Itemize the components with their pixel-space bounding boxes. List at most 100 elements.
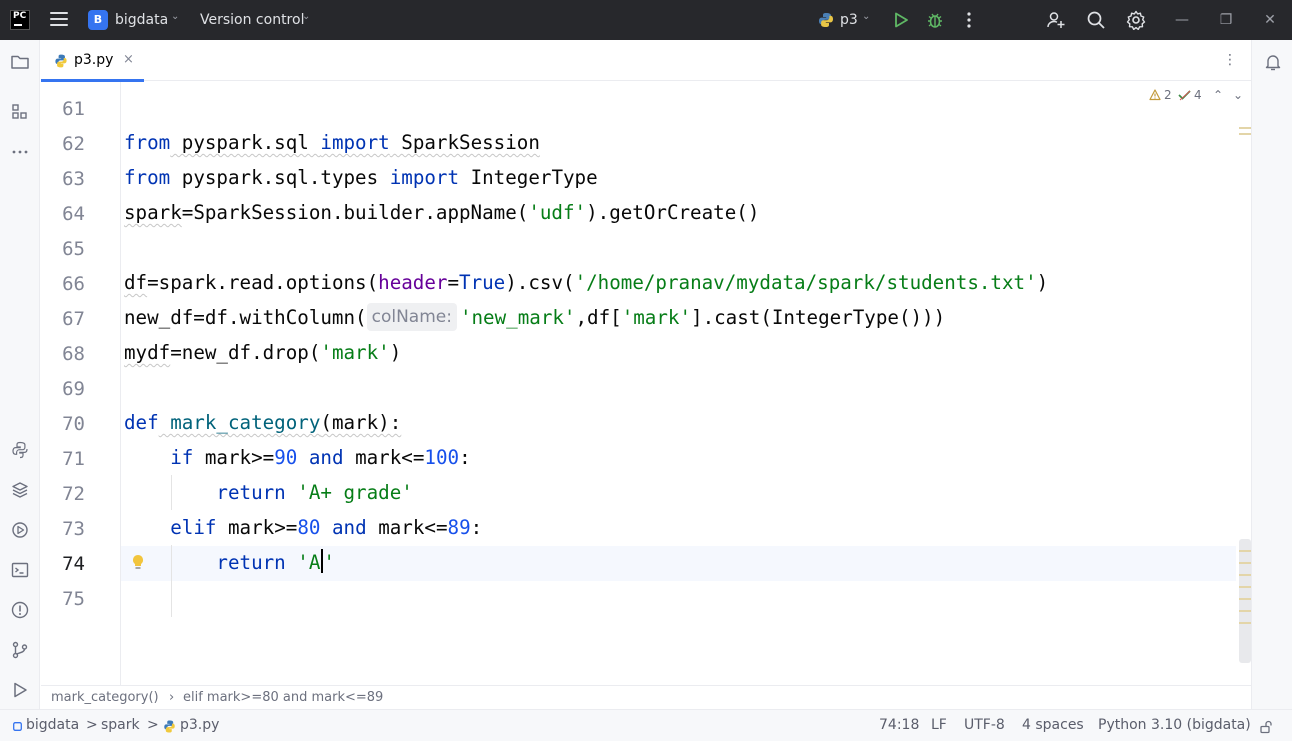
terminal-icon[interactable]: [10, 560, 30, 580]
code-editor[interactable]: 61 62 63 64 65 66 67 68 69 70 71 72 73 7…: [41, 82, 1251, 685]
error-stripe-mark[interactable]: [1239, 610, 1251, 612]
indent-setting[interactable]: 4 spaces: [1022, 717, 1084, 733]
line-number: 65: [62, 238, 85, 260]
code-line-74: return 'A ': [216, 549, 335, 574]
status-path-folder[interactable]: spark: [101, 717, 140, 733]
line-number: 71: [62, 448, 85, 470]
maximize-button[interactable]: ❐: [1216, 10, 1236, 30]
search-icon[interactable]: [1086, 10, 1106, 30]
code-line-64: spark=SparkSession.builder.appName('udf'…: [124, 201, 760, 224]
line-number-current: 74: [62, 553, 85, 575]
error-stripe-mark[interactable]: [1239, 586, 1251, 588]
tab-p3-py[interactable]: p3.py ×: [41, 40, 144, 82]
code-line-62: from pyspark.sql import SparkSession: [124, 131, 540, 154]
line-number: 68: [62, 343, 85, 365]
debug-icon[interactable]: [925, 10, 945, 30]
tab-options-icon[interactable]: ⋮: [1223, 52, 1237, 68]
code-breadcrumb: mark_category() › elif mark>=80 and mark…: [41, 685, 1251, 709]
previous-highlight-chevron-up-icon[interactable]: ⌃: [1213, 88, 1223, 102]
warning-count[interactable]: 2: [1164, 88, 1172, 102]
project-name[interactable]: bigdata: [115, 12, 168, 28]
error-stripe-mark[interactable]: [1239, 598, 1251, 600]
status-path-project[interactable]: bigdata: [26, 717, 79, 733]
line-number: 67: [62, 308, 85, 330]
ok-count[interactable]: 4: [1194, 88, 1202, 102]
run-config-chevron-down-icon[interactable]: ⌄: [862, 11, 870, 22]
editor-tab-bar: p3.py × ⋮: [41, 40, 1251, 82]
left-tool-strip: [0, 40, 40, 709]
tab-label: p3.py: [74, 52, 114, 68]
code-line-71: if mark>=90 and mark<=100:: [170, 446, 471, 469]
vcs-chevron-down-icon[interactable]: ⌄: [302, 11, 310, 22]
close-window-button[interactable]: ✕: [1260, 10, 1280, 30]
python-packages-icon[interactable]: [10, 440, 30, 460]
layers-icon[interactable]: [10, 480, 30, 500]
python-interpreter[interactable]: Python 3.10 (bigdata): [1098, 717, 1251, 733]
tab-close-icon[interactable]: ×: [123, 52, 134, 67]
line-number: 69: [62, 378, 85, 400]
error-stripe-mark[interactable]: [1239, 550, 1251, 552]
python-config-icon[interactable]: [816, 10, 836, 30]
structure-icon[interactable]: [10, 102, 30, 122]
warning-icon[interactable]: [1149, 89, 1161, 101]
file-encoding[interactable]: UTF-8: [964, 717, 1005, 733]
line-number: 72: [62, 483, 85, 505]
error-stripe-mark[interactable]: [1239, 574, 1251, 576]
problems-icon[interactable]: [10, 600, 30, 620]
project-folder-icon[interactable]: [10, 52, 30, 72]
title-bar: PC B bigdata ⌄ Version control ⌄ p3 ⌄ — …: [0, 0, 1292, 40]
vcs-menu[interactable]: Version control: [200, 12, 304, 28]
python-file-icon: [55, 54, 67, 68]
more-tools-icon[interactable]: [10, 142, 30, 162]
line-number: 73: [62, 518, 85, 540]
line-number: 70: [62, 413, 85, 435]
error-stripe-mark[interactable]: [1239, 562, 1251, 564]
app-logo-icon[interactable]: PC: [10, 10, 30, 30]
project-chevron-down-icon[interactable]: ⌄: [171, 11, 179, 22]
version-control-icon[interactable]: [10, 640, 30, 660]
status-path-separator: >: [147, 717, 159, 733]
typo-check-icon[interactable]: [1178, 89, 1192, 101]
breadcrumb-function[interactable]: mark_category(): [51, 690, 159, 705]
vertical-scrollbar-thumb[interactable]: [1239, 539, 1251, 663]
line-number: 61: [62, 98, 85, 120]
line-number: 66: [62, 273, 85, 295]
caret-position[interactable]: 74:18: [879, 717, 919, 733]
status-path-separator: >: [86, 717, 98, 733]
notifications-bell-icon[interactable]: [1263, 52, 1283, 72]
unlock-icon[interactable]: [1259, 720, 1273, 734]
error-stripe-mark[interactable]: [1239, 622, 1251, 624]
module-icon: [13, 722, 22, 731]
error-stripe-mark[interactable]: [1239, 133, 1251, 135]
breadcrumb-elif[interactable]: elif mark>=80 and mark<=89: [183, 690, 383, 705]
add-user-icon[interactable]: [1046, 10, 1066, 30]
project-badge[interactable]: B: [88, 10, 108, 30]
services-icon[interactable]: [10, 520, 30, 540]
minimize-button[interactable]: —: [1172, 10, 1192, 30]
line-number: 63: [62, 168, 85, 190]
code-line-70: def mark_category(mark):: [124, 411, 402, 434]
run-config-name[interactable]: p3: [840, 12, 858, 28]
breadcrumb-separator: ›: [169, 690, 175, 705]
line-number: 64: [62, 203, 85, 225]
code-line-66: df=spark.read.options(header=True).csv('…: [124, 271, 1049, 294]
line-separator[interactable]: LF: [931, 717, 947, 733]
parameter-hint: colName:: [366, 303, 457, 331]
run-tool-icon[interactable]: [10, 680, 30, 700]
error-stripe-mark[interactable]: [1239, 127, 1251, 129]
more-actions-icon[interactable]: [959, 10, 979, 30]
settings-gear-icon[interactable]: [1126, 10, 1146, 30]
code-line-68: mydf=new_df.drop('mark'): [124, 341, 402, 364]
run-icon[interactable]: [891, 10, 911, 30]
next-highlight-chevron-down-icon[interactable]: ⌄: [1233, 88, 1243, 102]
line-number: 62: [62, 133, 85, 155]
code-line-72: return 'A+ grade': [216, 481, 413, 504]
line-number-gutter: 61 62 63 64 65 66 67 68 69 70 71 72 73 7…: [41, 82, 121, 685]
main-menu-icon[interactable]: [50, 12, 68, 28]
right-tool-strip: [1251, 40, 1292, 709]
code-line-63: from pyspark.sql.types import IntegerTyp…: [124, 166, 598, 189]
app-logo-text: PC: [13, 11, 27, 21]
status-bar: bigdata > spark > p3.py 74:18 LF UTF-8 4…: [0, 709, 1292, 741]
line-number: 75: [62, 588, 85, 610]
status-path-file[interactable]: p3.py: [180, 717, 219, 733]
